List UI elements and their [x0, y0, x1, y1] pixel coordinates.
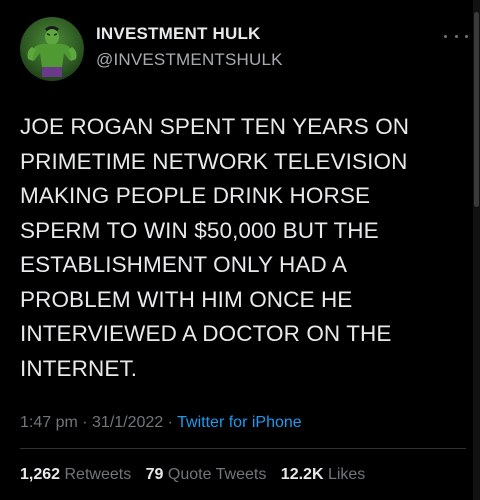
user-handle[interactable]: @INVESTMENTSHULK — [96, 50, 283, 70]
scrollbar-thumb[interactable] — [474, 12, 479, 207]
quote-tweets-count: 79 — [145, 466, 164, 483]
divider — [20, 448, 466, 449]
likes-count: 12.2K — [280, 466, 324, 483]
quote-tweets-stat[interactable]: 79 Quote Tweets — [146, 466, 267, 483]
likes-stat[interactable]: 12.2K Likes — [281, 466, 366, 483]
hulk-avatar-icon[interactable] — [20, 17, 84, 81]
retweets-stat[interactable]: 1,262 Retweets — [20, 466, 131, 483]
display-name[interactable]: INVESTMENT HULK — [96, 24, 261, 44]
likes-label: Likes — [327, 466, 366, 483]
scrollbar[interactable] — [473, 0, 480, 500]
quote-tweets-label: Quote Tweets — [167, 466, 267, 483]
retweets-label: Retweets — [64, 466, 132, 483]
tweet-time[interactable]: 1:47 pm — [20, 414, 78, 431]
tweet-source-link[interactable]: Twitter for iPhone — [177, 414, 302, 431]
engagement-stats: 1,262 Retweets 79 Quote Tweets 12.2K Lik… — [20, 466, 375, 484]
tweet-card: INVESTMENT HULK @INVESTMENTSHULK JOE ROG… — [0, 0, 480, 500]
tweet-meta: 1:47 pm · 31/1/2022 · Twitter for iPhone — [20, 414, 302, 432]
tweet-date[interactable]: 31/1/2022 — [92, 414, 163, 431]
retweets-count: 1,262 — [20, 466, 61, 483]
more-horizontal-icon[interactable] — [444, 28, 468, 44]
tweet-text: JOE ROGAN SPENT TEN YEARS ON PRIMETIME N… — [20, 114, 410, 381]
meta-separator: · — [77, 414, 93, 431]
meta-separator: · — [163, 414, 178, 431]
